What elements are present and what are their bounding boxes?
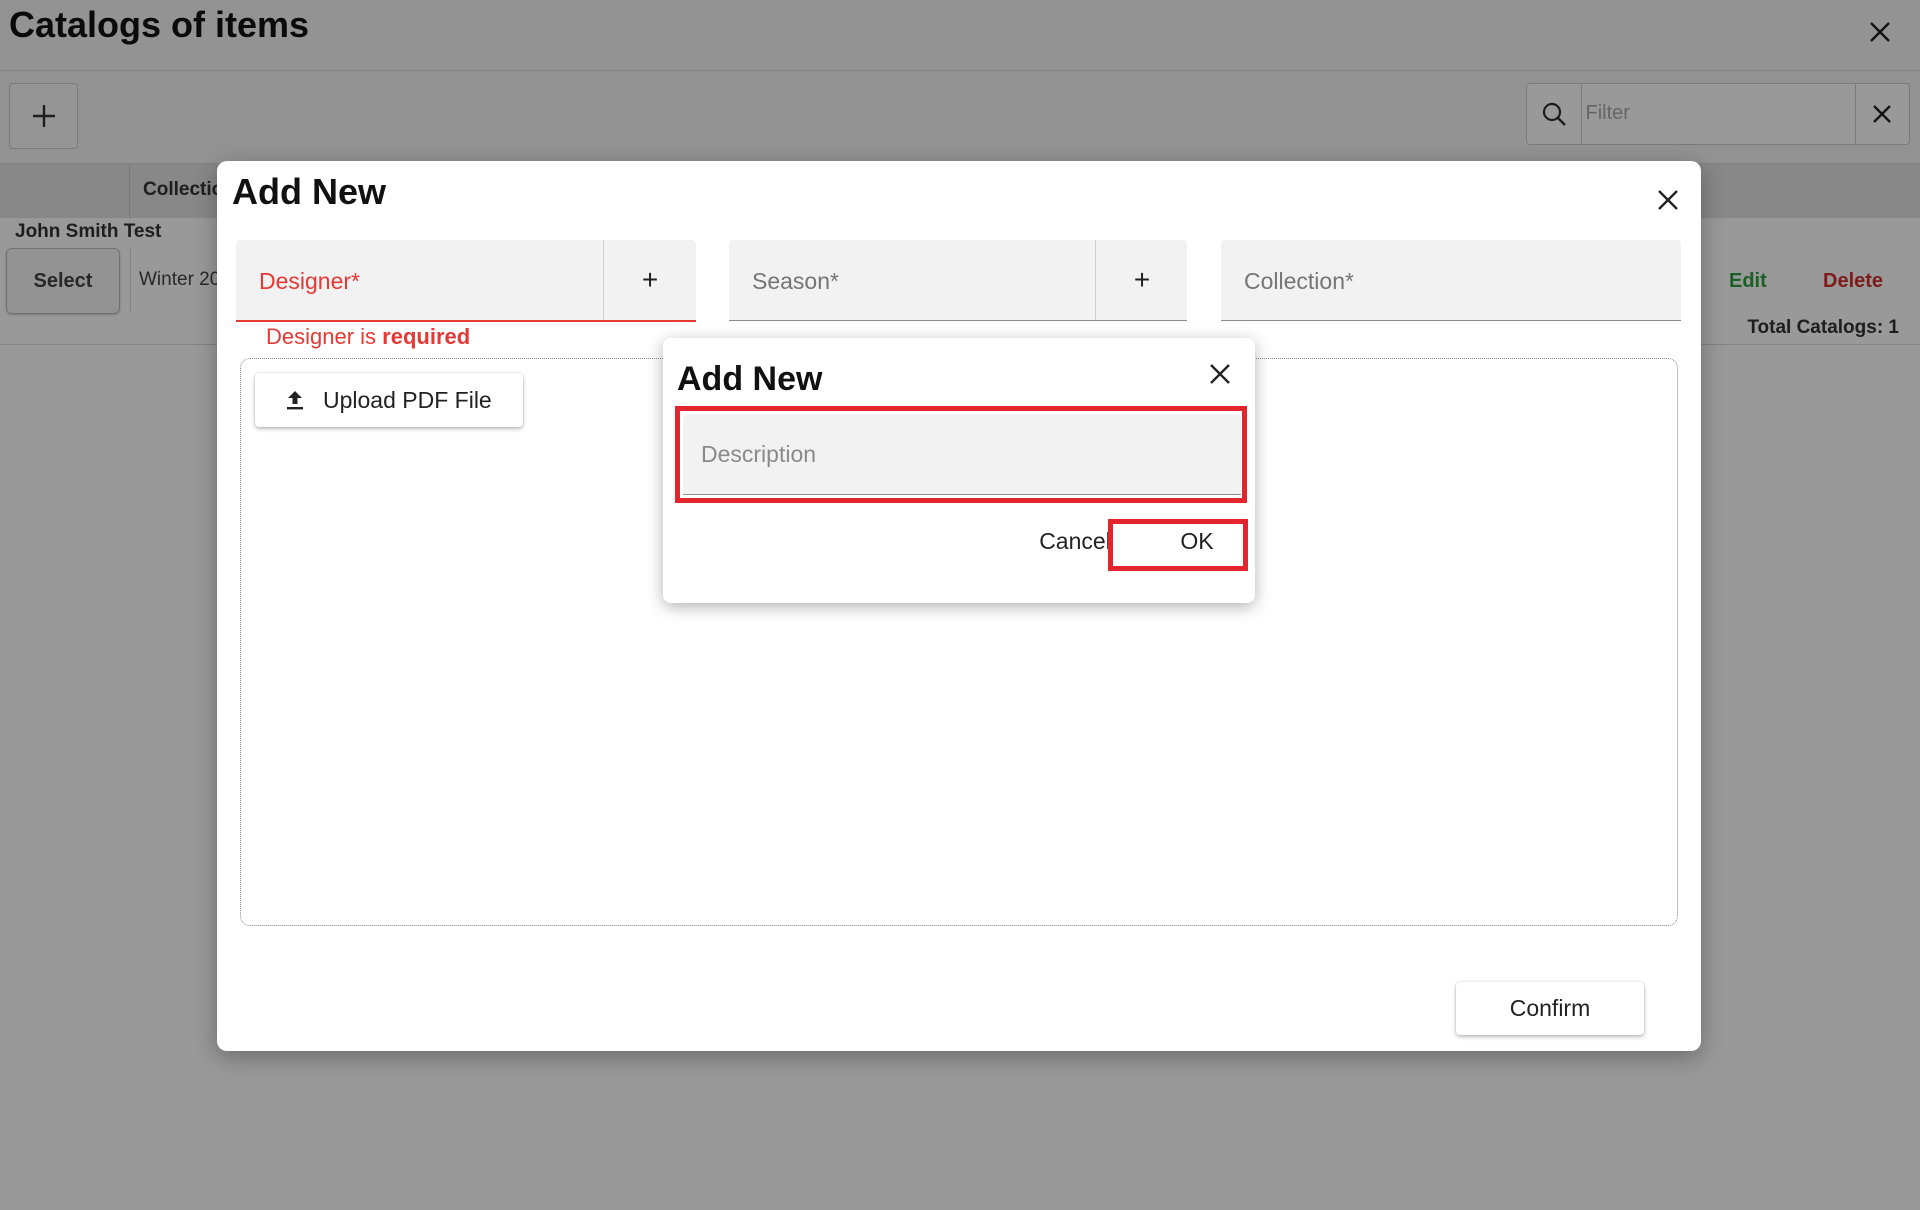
upload-label: Upload PDF File (323, 386, 492, 413)
dialog-title: Add New (232, 171, 387, 212)
error-text: Designer is (266, 324, 383, 349)
add-new-subdialog: Add New Cancel OK (663, 338, 1255, 603)
designer-field[interactable]: Designer* + (236, 240, 696, 322)
add-season-button[interactable]: + (1095, 240, 1188, 320)
subdialog-title: Add New (677, 360, 823, 398)
close-icon[interactable] (1651, 183, 1685, 217)
upload-icon (283, 388, 307, 412)
cancel-button[interactable]: Cancel (1012, 518, 1138, 564)
designer-label: Designer* (259, 268, 360, 294)
ok-button[interactable]: OK (1156, 518, 1238, 564)
collection-field[interactable]: Collection* (1221, 240, 1681, 321)
error-emphasis: required (382, 324, 471, 349)
description-field (683, 414, 1241, 495)
season-label: Season* (752, 268, 839, 294)
upload-pdf-button[interactable]: Upload PDF File (255, 373, 523, 427)
add-new-dialog: Add New Designer* + Season* + Collection… (217, 161, 1701, 1051)
confirm-button[interactable]: Confirm (1456, 982, 1644, 1035)
collection-label: Collection* (1244, 268, 1354, 294)
close-icon[interactable] (1203, 357, 1237, 391)
description-input[interactable] (683, 414, 1241, 494)
season-field[interactable]: Season* + (729, 240, 1187, 321)
designer-error-message: Designer is required (266, 324, 470, 350)
add-designer-button[interactable]: + (603, 240, 696, 320)
